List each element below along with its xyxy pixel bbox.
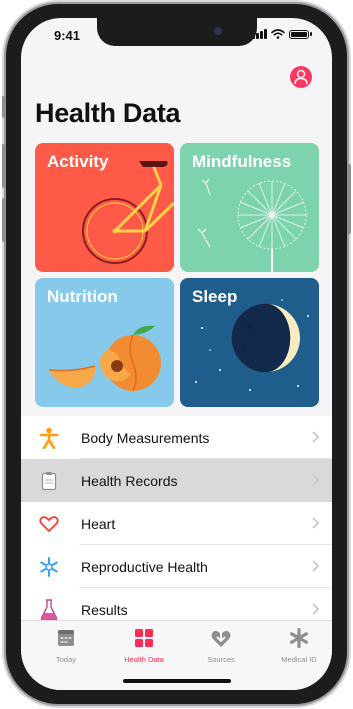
profile-icon (294, 69, 308, 85)
status-time: 9:41 (54, 28, 81, 43)
list-item-label: Heart (81, 515, 116, 532)
person-icon (37, 426, 61, 450)
chevron-right-icon (312, 560, 320, 572)
calendar-icon (31, 627, 101, 649)
list-item-label: Health Records (81, 472, 178, 489)
tab-sources[interactable]: Sources (186, 627, 256, 664)
camera (214, 27, 222, 35)
list-item-heart[interactable]: Heart (21, 502, 332, 545)
tile-sleep[interactable]: Sleep (180, 278, 319, 407)
tile-mindfulness-label: Mindfulness (192, 152, 292, 171)
chevron-right-icon (312, 474, 320, 486)
notch (97, 18, 257, 46)
chevron-right-icon (312, 603, 320, 615)
tab-medical-id[interactable]: Medical ID (264, 627, 332, 664)
volume-down-button (2, 198, 6, 242)
wifi-icon (271, 29, 285, 39)
volume-up-button (2, 144, 6, 188)
list-item-body-measurements[interactable]: Body Measurements (21, 416, 332, 459)
mute-switch (2, 96, 6, 118)
category-grid: Activity Mindfulness Nutrition Sleep (35, 143, 319, 407)
battery-tip (310, 32, 312, 36)
asterisk-icon (264, 627, 332, 649)
tab-today[interactable]: Today (31, 627, 101, 664)
category-list: Body Measurements Health Records Heart R… (21, 416, 332, 631)
battery-icon (289, 29, 309, 39)
tile-nutrition[interactable]: Nutrition (35, 278, 174, 407)
tile-nutrition-label: Nutrition (47, 287, 118, 306)
tile-activity[interactable]: Activity (35, 143, 174, 272)
tab-label: Medical ID (281, 655, 317, 664)
list-item-label: Results (81, 601, 128, 618)
profile-button[interactable] (290, 66, 312, 88)
home-indicator[interactable] (123, 679, 231, 683)
clipboard-icon (37, 469, 61, 493)
tab-health-data[interactable]: Health Data (109, 627, 179, 664)
tile-mindfulness[interactable]: Mindfulness (180, 143, 319, 272)
grid-icon (109, 627, 179, 649)
page-title: Health Data (35, 98, 181, 128)
flask-icon (37, 598, 61, 622)
tile-activity-label: Activity (47, 152, 109, 171)
status-icons (252, 29, 312, 39)
tab-label: Sources (207, 655, 235, 664)
tab-bar: Today Health Data Sources Medical ID (21, 620, 332, 690)
sources-icon (186, 627, 256, 649)
list-item-label: Reproductive Health (81, 558, 208, 575)
list-item-reproductive-health[interactable]: Reproductive Health (21, 545, 332, 588)
chevron-right-icon (312, 431, 320, 443)
tab-label: Today (55, 655, 76, 664)
tab-label: Health Data (124, 655, 164, 664)
heart-icon (37, 512, 61, 536)
snowflake-icon (37, 555, 61, 579)
tile-sleep-label: Sleep (192, 287, 238, 306)
screen: 9:41 Health Data Activity Mindfulness Nu… (21, 18, 332, 690)
list-item-health-records[interactable]: Health Records (21, 459, 332, 502)
list-item-label: Body Measurements (81, 429, 210, 446)
chevron-right-icon (312, 517, 320, 529)
side-button (347, 164, 351, 234)
